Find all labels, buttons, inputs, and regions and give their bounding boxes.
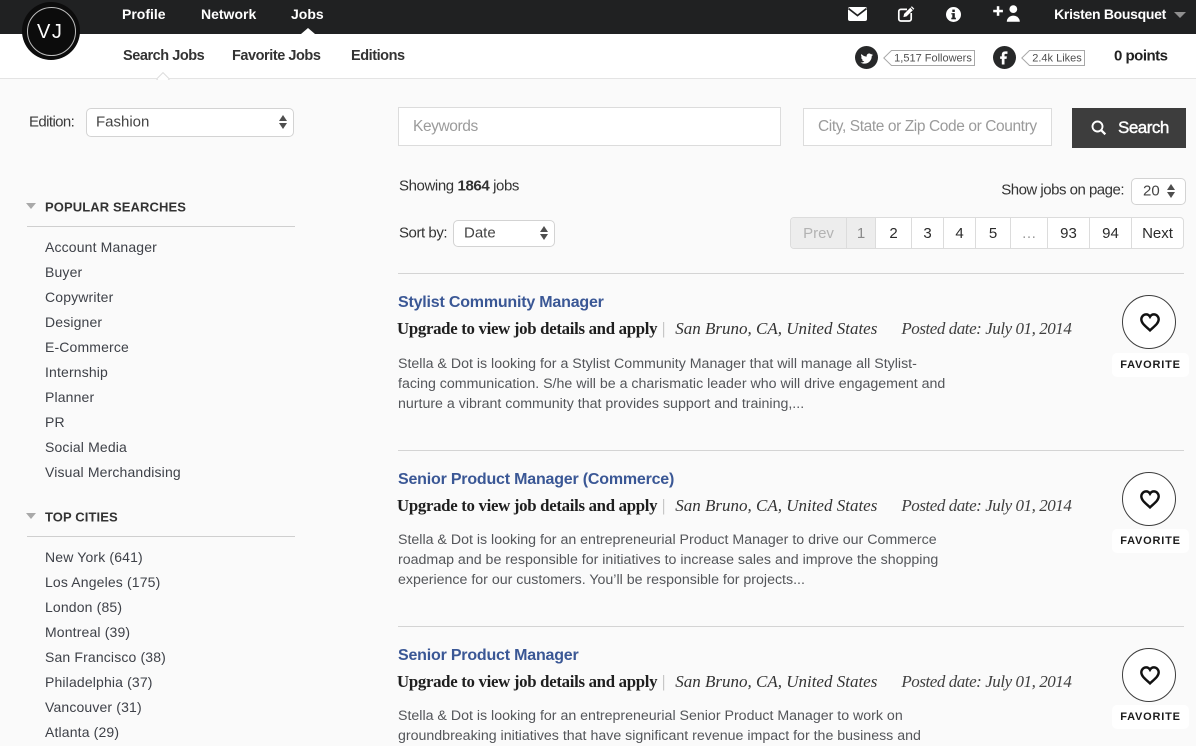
svg-text:1,517 Followers: 1,517 Followers	[894, 52, 972, 64]
svg-text:2.4k Likes: 2.4k Likes	[1032, 52, 1082, 64]
